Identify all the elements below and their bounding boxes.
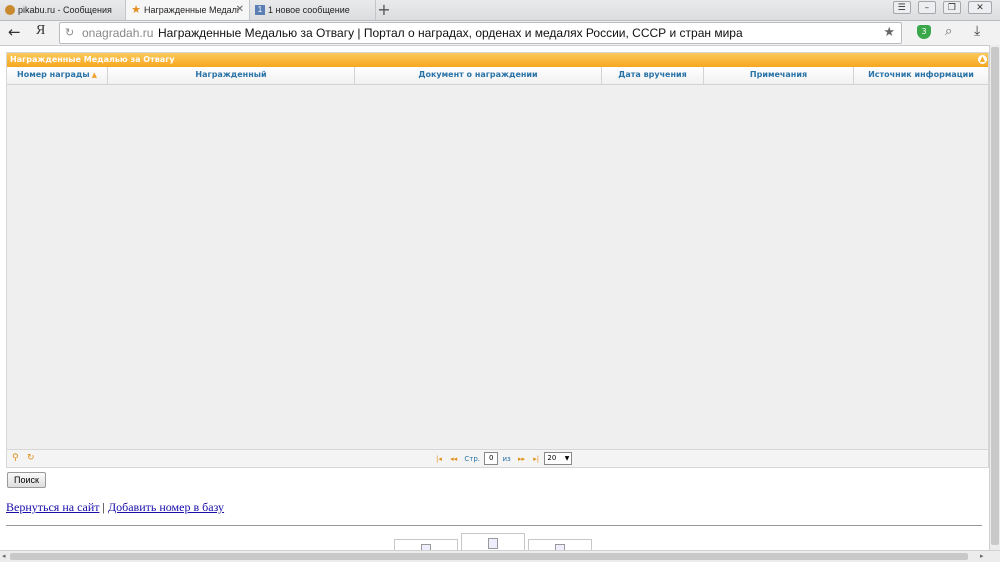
scroll-left-icon[interactable]: ◂ <box>2 551 6 562</box>
window-controls: ☰ – ❐ ✕ <box>891 1 992 17</box>
tab-title: pikabu.ru - Сообщения <box>18 5 112 15</box>
col-label: Номер награды <box>17 70 90 79</box>
restore-icon[interactable]: ❐ <box>942 1 961 14</box>
col-award-document[interactable]: Документ о награждении <box>355 67 602 84</box>
page-label: Стр. <box>464 454 481 463</box>
pager-controls: |◂ ◂◂ Стр. 0 из ▸▸ ▸| 20 ▼ <box>433 452 573 466</box>
horizontal-scroll-thumb[interactable] <box>10 553 968 560</box>
footer-links: Вернуться на сайт | Добавить номер в баз… <box>6 500 224 515</box>
star-favicon-icon: ★ <box>131 4 141 16</box>
document-icon <box>488 538 498 549</box>
col-label: Документ о награждении <box>418 70 538 79</box>
grid-caption-text: Награжденные Медалью за Отвагу <box>10 55 175 64</box>
collapse-grid-icon[interactable]: ▲ <box>978 55 987 64</box>
vertical-scrollbar[interactable] <box>989 45 1000 550</box>
tab-messages[interactable]: 1 1 новое сообщение <box>250 0 376 20</box>
col-notes[interactable]: Примечания <box>704 67 854 84</box>
back-to-site-link[interactable]: Вернуться на сайт <box>6 500 100 514</box>
close-window-icon[interactable]: ✕ <box>968 1 992 14</box>
col-award-date[interactable]: Дата вручения <box>602 67 704 84</box>
vertical-scroll-thumb[interactable] <box>991 47 999 545</box>
reload-icon[interactable]: ↻ <box>65 26 74 39</box>
grid-caption: Награжденные Медалью за Отвагу ▲ <box>7 53 988 67</box>
prev-page-icon[interactable]: ◂◂ <box>450 455 457 463</box>
scroll-right-icon[interactable]: ▸ <box>980 551 984 562</box>
grid-pager: ⚲ ↻ |◂ ◂◂ Стр. 0 из ▸▸ ▸| 20 ▼ <box>7 449 988 467</box>
col-source[interactable]: Источник информации <box>854 67 988 84</box>
close-tab-icon[interactable]: ✕ <box>236 0 244 20</box>
tab-title: Награжденные Медалі <box>144 5 239 15</box>
menu-icon[interactable]: ☰ <box>892 1 911 14</box>
protect-shield-icon[interactable]: 3 <box>917 25 931 39</box>
first-page-icon[interactable]: |◂ <box>436 455 442 463</box>
grid-header-row: Номер награды ▲ Награжденный Документ о н… <box>7 67 988 85</box>
horizontal-scrollbar[interactable]: ◂ ▸ <box>0 550 1000 562</box>
col-label: Источник информации <box>868 70 974 79</box>
next-page-icon[interactable]: ▸▸ <box>518 455 525 463</box>
yandex-logo-icon[interactable]: Я <box>36 23 45 39</box>
col-label: Примечания <box>749 70 808 79</box>
tab-strip: pikabu.ru - Сообщения ★ Награжденные Мед… <box>0 0 1000 21</box>
count-favicon-icon: 1 <box>255 5 265 15</box>
rows-per-page-select[interactable]: 20 ▼ <box>544 452 573 465</box>
address-domain: onagradah.ru <box>82 26 154 40</box>
refresh-icon[interactable]: ↻ <box>27 453 35 463</box>
tab-nagrady[interactable]: ★ Награжденные Медалі ✕ <box>126 0 250 20</box>
col-awardee[interactable]: Награжденный <box>108 67 355 84</box>
extension-search-icon[interactable]: ⌕ <box>945 24 952 39</box>
minimize-icon[interactable]: – <box>917 1 936 14</box>
col-label: Награжденный <box>195 70 267 79</box>
rows-per-page-value: 20 <box>547 454 557 462</box>
browser-toolbar: ← Я ↻ onagradah.ru Награжденные Медалью … <box>0 21 1000 46</box>
grid-body-empty <box>7 85 988 450</box>
pikabu-favicon-icon <box>5 5 15 15</box>
awards-grid: Награжденные Медалью за Отвагу ▲ Номер н… <box>6 52 989 468</box>
search-icon[interactable]: ⚲ <box>12 453 19 463</box>
col-label: Дата вручения <box>618 70 687 79</box>
address-page-title: Награжденные Медалью за Отвагу | Портал … <box>158 26 743 40</box>
chevron-down-icon: ▼ <box>564 455 570 462</box>
new-tab-button[interactable]: + <box>376 0 392 20</box>
download-icon[interactable]: ⤓ <box>974 23 980 39</box>
link-separator: | <box>102 500 105 514</box>
page-number-input[interactable]: 0 <box>484 452 499 465</box>
of-label: из <box>502 454 511 463</box>
divider <box>6 525 982 526</box>
last-page-icon[interactable]: ▸| <box>533 455 539 463</box>
back-arrow-icon[interactable]: ← <box>8 23 21 41</box>
tab-pikabu[interactable]: pikabu.ru - Сообщения <box>0 0 126 20</box>
col-award-number[interactable]: Номер награды ▲ <box>7 67 108 84</box>
tab-title: 1 новое сообщение <box>268 5 350 15</box>
address-bar[interactable]: ↻ onagradah.ru Награжденные Медалью за О… <box>59 22 902 44</box>
search-button[interactable]: Поиск <box>7 472 46 488</box>
bookmark-star-icon[interactable]: ★ <box>883 25 895 40</box>
sort-asc-icon: ▲ <box>91 71 97 79</box>
add-number-link[interactable]: Добавить номер в базу <box>108 500 224 514</box>
